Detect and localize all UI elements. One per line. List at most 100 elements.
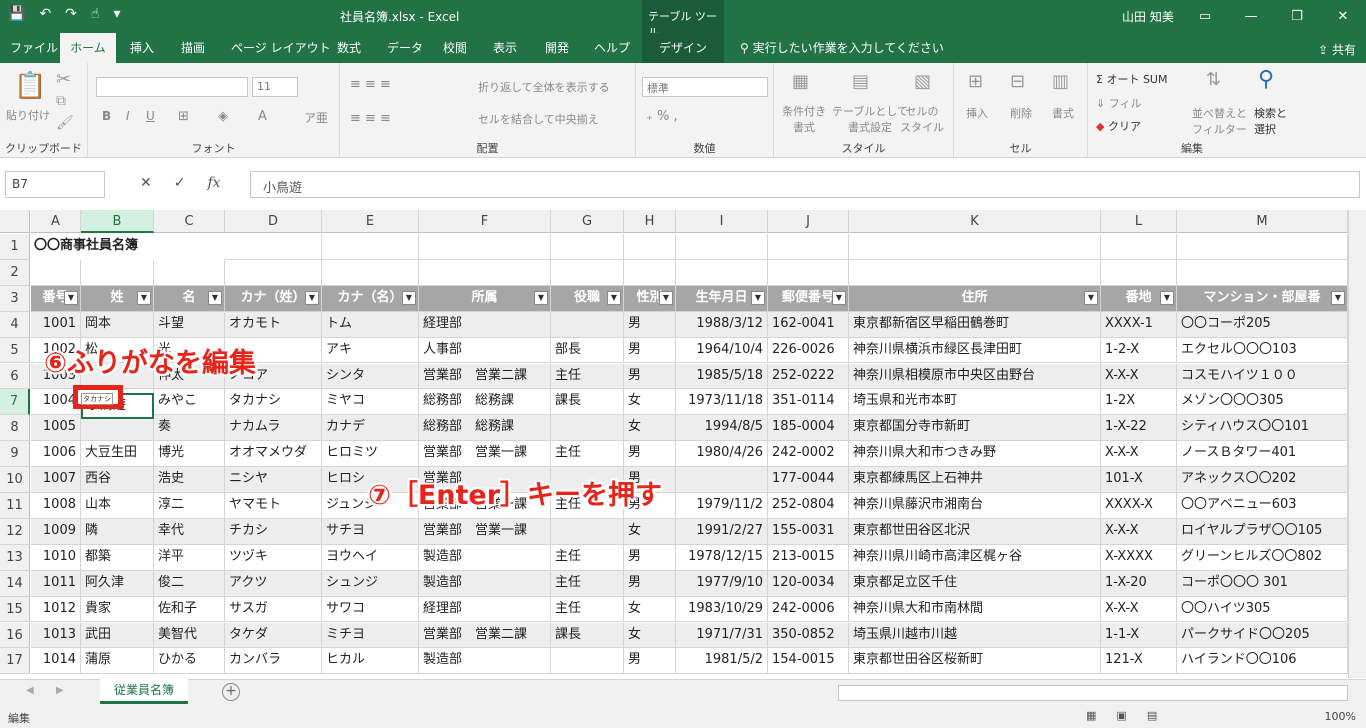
table-cell[interactable]: 1-2X — [1101, 389, 1177, 416]
tab-data[interactable]: データ — [387, 33, 423, 63]
tell-me-search[interactable]: ⚲ 実行したい作業を入力してください — [740, 33, 944, 63]
table-header-cell[interactable]: 住所 ▼ — [849, 285, 1101, 312]
table-cell[interactable]: 1001 — [31, 311, 81, 338]
filter-dropdown-icon[interactable]: ▼ — [832, 290, 846, 305]
table-cell[interactable]: ヒロミツ — [322, 441, 419, 468]
table-cell[interactable] — [81, 415, 154, 442]
table-cell[interactable] — [551, 518, 624, 545]
table-cell[interactable]: 課長 — [551, 622, 624, 649]
tab-draw[interactable]: 描画 — [181, 33, 205, 63]
number-format-combo[interactable]: 標準 — [642, 77, 768, 97]
table-header-cell[interactable]: カナ（姓） ▼ — [225, 285, 322, 312]
table-cell[interactable]: オオマメウダ — [225, 441, 322, 468]
table-cell[interactable]: 350-0852 — [768, 622, 849, 649]
table-cell[interactable]: 242-0006 — [768, 596, 849, 623]
table-cell[interactable]: カナデ — [322, 415, 419, 442]
row-header-11[interactable]: 11 — [0, 493, 30, 519]
table-cell[interactable]: XXXX-1 — [1101, 311, 1177, 338]
table-header-cell[interactable]: 名 ▼ — [154, 285, 225, 312]
tab-developer[interactable]: 開発 — [545, 33, 569, 63]
table-cell[interactable]: 1012 — [31, 596, 81, 623]
table-cell[interactable]: 洋平 — [154, 544, 225, 571]
table-cell[interactable]: 製造部 — [419, 648, 551, 675]
row-header-5[interactable]: 5 — [0, 337, 30, 364]
column-header-j[interactable]: J — [768, 210, 849, 233]
row-header-2[interactable]: 2 — [0, 259, 30, 286]
table-cell[interactable]: 博光 — [154, 441, 225, 468]
table-cell[interactable]: 都築 — [81, 544, 154, 571]
cancel-icon[interactable]: ✕ — [140, 175, 152, 191]
cell[interactable] — [551, 234, 624, 260]
table-cell[interactable]: 男 — [624, 544, 676, 571]
conditional-format-label[interactable]: 条件付き 書式 — [782, 103, 826, 135]
filter-dropdown-icon[interactable]: ▼ — [1331, 290, 1345, 305]
table-cell[interactable]: 大豆生田 — [81, 441, 154, 468]
column-header-d[interactable]: D — [225, 210, 322, 233]
table-cell[interactable]: 155-0031 — [768, 518, 849, 545]
table-cell[interactable]: 営業部 営業二課 — [419, 622, 551, 649]
filter-dropdown-icon[interactable]: ▼ — [305, 290, 319, 305]
column-header-g[interactable]: G — [551, 210, 624, 233]
cell[interactable] — [1101, 259, 1177, 286]
table-cell[interactable]: 男 — [624, 441, 676, 468]
horizontal-scrollbar[interactable] — [838, 685, 1348, 701]
table-cell[interactable]: 〇〇アベニュー603 — [1177, 493, 1348, 519]
table-cell[interactable]: 阿久津 — [81, 570, 154, 597]
table-cell[interactable]: 1010 — [31, 544, 81, 571]
table-cell[interactable]: 営業部 営業一課 — [419, 518, 551, 545]
table-cell[interactable]: 1973/11/18 — [676, 389, 768, 416]
minimize-icon[interactable]: — — [1228, 0, 1274, 33]
table-cell[interactable]: ヒカル — [322, 648, 419, 675]
cell-styles-icon[interactable]: ▧ — [914, 71, 931, 92]
cell[interactable] — [1177, 234, 1348, 260]
table-cell[interactable]: 佐和子 — [154, 596, 225, 623]
column-header-i[interactable]: I — [676, 210, 768, 233]
wrap-text-button[interactable]: 折り返して全体を表示する — [478, 79, 610, 95]
row-header-4[interactable]: 4 — [0, 311, 30, 338]
undo-icon[interactable]: ↶ — [39, 6, 51, 22]
tab-formulas[interactable]: 数式 — [337, 33, 361, 63]
filter-dropdown-icon[interactable]: ▼ — [1084, 290, 1098, 305]
font-size-combo[interactable]: 11 — [252, 77, 298, 97]
tab-view[interactable]: 表示 — [493, 33, 517, 63]
cell[interactable] — [624, 234, 676, 260]
table-cell[interactable]: サスガ — [225, 596, 322, 623]
table-cell[interactable]: 西谷 — [81, 467, 154, 493]
table-header-cell[interactable]: 番号 ▼ — [31, 285, 81, 312]
table-cell[interactable]: 1-1-X — [1101, 622, 1177, 649]
table-cell[interactable]: 部長 — [551, 337, 624, 364]
insert-cells-icon[interactable]: ⊞ — [968, 71, 983, 92]
filter-dropdown-icon[interactable]: ▼ — [607, 290, 621, 305]
table-cell[interactable]: X-X-X — [1101, 363, 1177, 390]
find-icon[interactable]: ⚲ — [1258, 67, 1274, 92]
tab-help[interactable]: ヘルプ — [594, 33, 630, 63]
table-cell[interactable]: 1991/2/27 — [676, 518, 768, 545]
fill-color-icon[interactable]: ◈ — [218, 109, 228, 124]
table-header-cell[interactable]: 番地 ▼ — [1101, 285, 1177, 312]
table-cell[interactable]: 男 — [624, 363, 676, 390]
table-cell[interactable]: トム — [322, 311, 419, 338]
merge-center-button[interactable]: セルを結合して中央揃え — [478, 111, 599, 127]
table-cell[interactable]: XXXX-X — [1101, 493, 1177, 519]
row-header-3[interactable]: 3 — [0, 285, 30, 312]
table-header-cell[interactable]: 役職 ▼ — [551, 285, 624, 312]
add-sheet-icon[interactable]: + — [222, 683, 240, 701]
table-cell[interactable]: タカナシ — [225, 389, 322, 416]
table-cell[interactable]: 女 — [624, 389, 676, 416]
filter-dropdown-icon[interactable]: ▼ — [208, 290, 222, 305]
redo-icon[interactable]: ↷ — [65, 6, 77, 22]
column-header-k[interactable]: K — [849, 210, 1101, 233]
table-cell[interactable]: 1008 — [31, 493, 81, 519]
table-cell[interactable]: 1981/5/2 — [676, 648, 768, 675]
tab-file[interactable]: ファイル — [10, 33, 58, 63]
table-cell[interactable]: アネックス〇〇202 — [1177, 467, 1348, 493]
table-cell[interactable]: 埼玉県川越市川越 — [849, 622, 1101, 649]
table-cell[interactable]: ミチヨ — [322, 622, 419, 649]
table-cell[interactable]: 1005 — [31, 415, 81, 442]
paste-label[interactable]: 貼り付け — [6, 107, 50, 123]
sort-filter-label[interactable]: 並べ替えと フィルター — [1192, 105, 1247, 137]
table-header-cell[interactable]: カナ（名） ▼ — [322, 285, 419, 312]
table-header-cell[interactable]: 所属 ▼ — [419, 285, 551, 312]
table-cell[interactable]: 山本 — [81, 493, 154, 519]
table-header-cell[interactable]: 性別 ▼ — [624, 285, 676, 312]
